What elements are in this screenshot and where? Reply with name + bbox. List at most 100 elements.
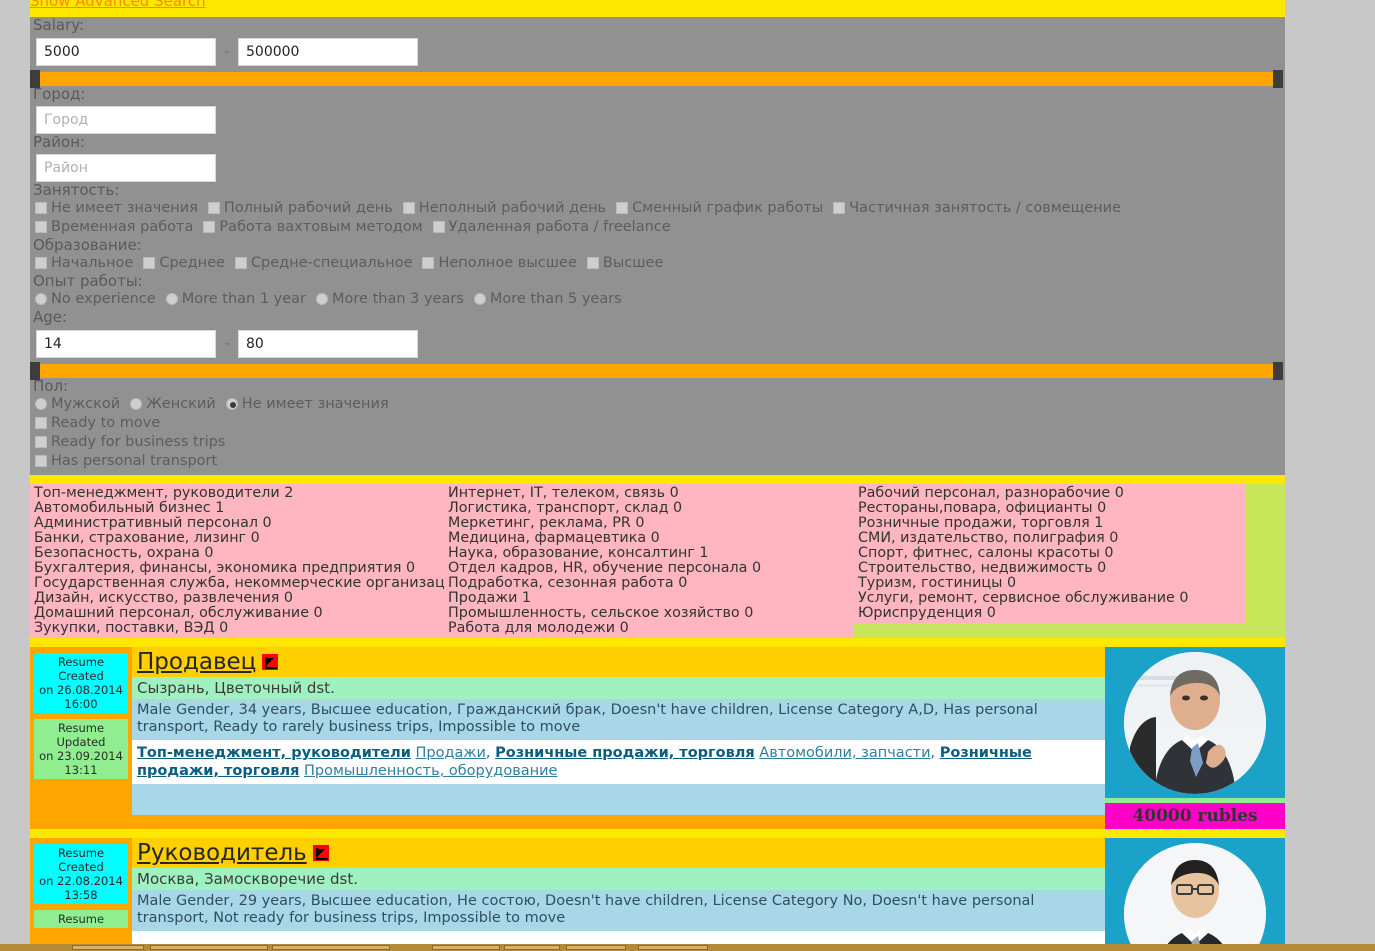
category-link[interactable]: Юриспруденция 0 <box>858 606 1241 621</box>
category-link[interactable]: Розничные продажи, торговля 1 <box>858 516 1241 531</box>
category-link[interactable]: Промышленность, сельское хозяйство 0 <box>448 606 850 621</box>
category-link[interactable]: Туризм, гостиницы 0 <box>858 576 1241 591</box>
education-option[interactable]: Высшее <box>586 255 663 271</box>
age-min-input[interactable] <box>36 330 216 358</box>
checkbox-icon[interactable] <box>234 257 247 269</box>
taskbar-button[interactable] <box>432 945 500 950</box>
taskbar-button[interactable] <box>638 945 708 950</box>
category-link[interactable]: Подработка, сезонная работа 0 <box>448 576 850 591</box>
category-link[interactable]: Наука, образование, консалтинг 1 <box>448 546 850 561</box>
resume-title-link[interactable]: Руководитель <box>137 840 307 866</box>
checkbox-icon[interactable] <box>143 257 156 269</box>
experience-option[interactable]: No experience <box>35 291 156 307</box>
salary-slider-handle-right[interactable] <box>1273 70 1283 88</box>
category-link[interactable]: Государственная служба, некоммерческие о… <box>34 576 477 591</box>
salary-range-slider[interactable] <box>30 70 1283 88</box>
taskbar-button[interactable] <box>72 945 144 950</box>
category-link[interactable]: Услуги, ремонт, сервисное обслуживание 0 <box>858 591 1241 606</box>
checkbox-icon[interactable] <box>432 221 445 233</box>
salary-max-input[interactable] <box>238 38 418 66</box>
district-input[interactable] <box>36 154 216 182</box>
checkbox-icon[interactable] <box>616 202 629 214</box>
category-link[interactable]: Интернет, IT, телеком, связь 0 <box>448 486 850 501</box>
taskbar-button[interactable] <box>150 945 268 950</box>
city-input[interactable] <box>36 106 216 134</box>
experience-option[interactable]: More than 3 years <box>316 291 464 307</box>
education-option[interactable]: Средне-специальное <box>234 255 412 271</box>
taskbar-button[interactable] <box>566 945 626 950</box>
taskbar-button[interactable] <box>504 945 560 950</box>
education-option[interactable]: Начальное <box>35 255 133 271</box>
radio-icon[interactable] <box>316 293 329 305</box>
category-link[interactable]: Спорт, фитнес, салоны красоты 0 <box>858 546 1241 561</box>
category-link[interactable]: Административный персонал 0 <box>34 516 440 531</box>
resume-category-sub[interactable]: Продажи <box>416 745 486 761</box>
employment-option[interactable]: Не имеет значения <box>35 200 198 216</box>
category-link[interactable]: Дизайн, искусство, развлечения 0 <box>34 591 440 606</box>
age-max-input[interactable] <box>238 330 418 358</box>
resume-card[interactable]: Resume Created on 26.08.2014 16:00 Resum… <box>30 647 1285 829</box>
taskbar[interactable] <box>0 944 1375 951</box>
checkbox-icon[interactable] <box>833 202 846 214</box>
resume-category-sub[interactable]: Промышленность, оборудование <box>304 763 557 779</box>
category-link[interactable]: Безопасность, охрана 0 <box>34 546 440 561</box>
salary-slider-handle-left[interactable] <box>30 70 40 88</box>
checkbox-icon[interactable] <box>35 417 47 429</box>
employment-option[interactable]: Временная работа <box>35 219 193 235</box>
employment-option[interactable]: Частичная занятость / совмещение <box>833 200 1121 216</box>
taskbar-button[interactable] <box>272 945 390 950</box>
checkbox-icon[interactable] <box>35 455 47 467</box>
gender-option-male[interactable]: Мужской <box>35 396 120 412</box>
category-link[interactable]: Бухгалтерия, финансы, экономика предприя… <box>34 561 440 576</box>
checkbox-icon[interactable] <box>586 257 599 269</box>
employment-option[interactable]: Сменный график работы <box>616 200 823 216</box>
checkbox-icon[interactable] <box>35 257 47 269</box>
ready-to-move-row[interactable]: Ready to move <box>30 414 1285 433</box>
checkbox-icon[interactable] <box>35 436 47 448</box>
category-link[interactable]: Медицина, фармацевтика 0 <box>448 531 850 546</box>
radio-icon[interactable] <box>130 398 143 410</box>
show-advanced-search-link[interactable]: Show Advanced Search <box>30 0 206 10</box>
education-option[interactable]: Неполное высшее <box>422 255 577 271</box>
checkbox-icon[interactable] <box>35 221 47 233</box>
external-link-icon[interactable] <box>312 845 329 861</box>
gender-option-female[interactable]: Женский <box>130 396 216 412</box>
experience-option[interactable]: More than 5 years <box>473 291 622 307</box>
category-link[interactable]: Строительство, недвижимость 0 <box>858 561 1241 576</box>
employment-option[interactable]: Неполный рабочий день <box>402 200 606 216</box>
checkbox-icon[interactable] <box>203 221 216 233</box>
checkbox-icon[interactable] <box>402 202 415 214</box>
radio-icon-selected[interactable] <box>225 398 238 410</box>
gender-option-any[interactable]: Не имеет значения <box>225 396 389 412</box>
category-link[interactable]: Зукупки, поставки, ВЭД 0 <box>34 621 440 636</box>
category-link[interactable]: Рабочий персонал, разнорабочие 0 <box>858 486 1241 501</box>
checkbox-icon[interactable] <box>35 202 47 214</box>
category-link[interactable]: Работа для молодежи 0 <box>448 621 850 636</box>
experience-option[interactable]: More than 1 year <box>165 291 306 307</box>
category-link[interactable]: Отдел кадров, HR, обучение персонала 0 <box>448 561 850 576</box>
employment-option[interactable]: Работа вахтовым методом <box>203 219 423 235</box>
checkbox-icon[interactable] <box>422 257 435 269</box>
age-slider-handle-left[interactable] <box>30 362 40 380</box>
category-link[interactable]: Домашний персонал, обслуживание 0 <box>34 606 440 621</box>
salary-min-input[interactable] <box>36 38 216 66</box>
radio-icon[interactable] <box>35 293 47 305</box>
category-link[interactable]: Топ-менеджмент, руководители 2 <box>34 486 440 501</box>
category-link[interactable]: Продажи 1 <box>448 591 850 606</box>
resume-card[interactable]: Resume Created on 22.08.2014 13:58 Resum… <box>30 838 1285 951</box>
radio-icon[interactable] <box>473 293 486 305</box>
category-link[interactable]: Автомобильный бизнес 1 <box>34 501 440 516</box>
category-link[interactable]: СМИ, издательство, полиграфия 0 <box>858 531 1241 546</box>
resume-category-sub[interactable]: Автомобили, запчасти <box>759 745 930 761</box>
resume-category-main[interactable]: Розничные продажи, торговля <box>495 745 755 761</box>
category-link[interactable]: Банки, страхование, лизинг 0 <box>34 531 440 546</box>
external-link-icon[interactable] <box>262 654 279 670</box>
education-option[interactable]: Среднее <box>143 255 225 271</box>
category-link[interactable]: Меркетинг, реклама, PR 0 <box>448 516 850 531</box>
has-personal-transport-row[interactable]: Has personal transport <box>30 452 1285 471</box>
age-range-slider[interactable] <box>30 362 1283 380</box>
category-link[interactable]: Рестораны,повара, официанты 0 <box>858 501 1241 516</box>
checkbox-icon[interactable] <box>207 202 220 214</box>
radio-icon[interactable] <box>35 398 47 410</box>
ready-business-trips-row[interactable]: Ready for business trips <box>30 433 1285 452</box>
